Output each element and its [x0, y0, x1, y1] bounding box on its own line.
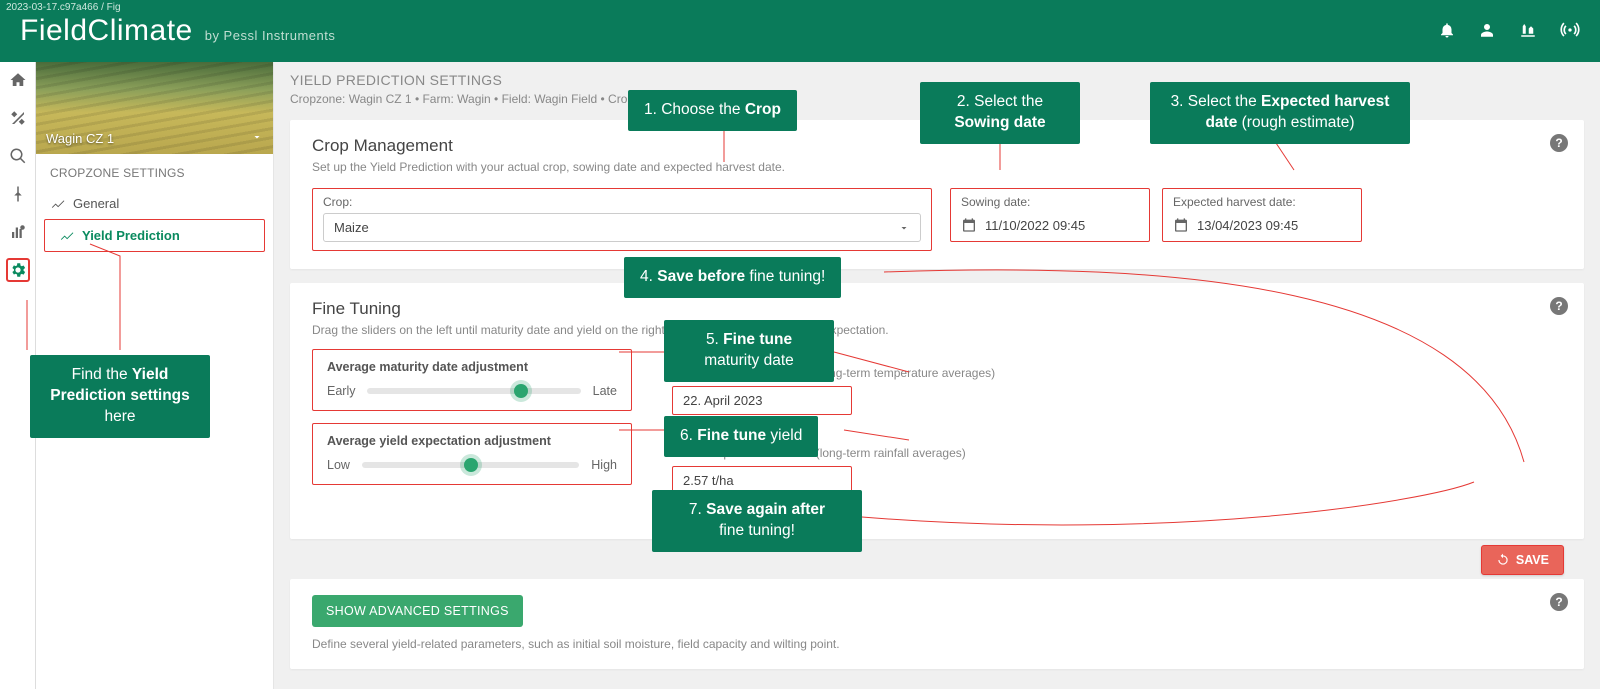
s2-low: Low — [327, 458, 350, 472]
callout-1: 1. Choose the Crop — [628, 90, 797, 131]
callout-7: 7. Save again after fine tuning! — [652, 490, 862, 552]
sow-label: Sowing date: — [961, 195, 1139, 209]
crop-select[interactable]: Maize — [323, 213, 921, 242]
brand: FieldClimate by Pessl Instruments — [20, 14, 335, 48]
s1-high: Late — [593, 384, 617, 398]
harv-value: 13/04/2023 09:45 — [1197, 218, 1298, 233]
slider-maturity-track[interactable] — [367, 388, 580, 394]
farm-icon[interactable] — [1518, 21, 1538, 42]
callout-2: 2. Select the Sowing date — [920, 82, 1080, 144]
card-advanced: ? SHOW ADVANCED SETTINGS Define several … — [290, 579, 1584, 669]
chevron-down-icon — [898, 222, 910, 234]
crop-field-wrap: Crop: Maize — [312, 188, 932, 251]
sidebar-item-general[interactable]: General — [36, 188, 273, 219]
save-label: SAVE — [1516, 553, 1549, 567]
brand-name: FieldClimate — [20, 14, 193, 48]
topbar: 2023-03-17.c97a466 / Fig FieldClimate by… — [0, 0, 1600, 62]
hero-label: Wagin CZ 1 — [46, 131, 114, 146]
s1-title: Average maturity date adjustment — [327, 360, 617, 374]
home-icon[interactable] — [6, 68, 30, 92]
broadcast-icon[interactable] — [1560, 20, 1580, 43]
slider-yield-track[interactable] — [362, 462, 579, 468]
callout-find: Find the Yield Prediction settings here — [30, 355, 210, 438]
zoom-icon[interactable] — [6, 144, 30, 168]
slider-maturity: Average maturity date adjustment Early L… — [312, 349, 632, 411]
cm-sub: Set up the Yield Prediction with your ac… — [312, 160, 1562, 174]
sow-value: 11/10/2022 09:45 — [985, 218, 1085, 233]
s2-title: Average yield expectation adjustment — [327, 434, 617, 448]
card-fine-tuning: ? Fine Tuning Drag the sliders on the le… — [290, 283, 1584, 539]
sidebar-label-general: General — [73, 196, 119, 211]
refresh-icon — [1496, 553, 1510, 567]
s2-high: High — [591, 458, 617, 472]
chevron-down-icon — [251, 131, 263, 146]
pin-icon[interactable] — [6, 182, 30, 206]
show-advanced-button[interactable]: SHOW ADVANCED SETTINGS — [312, 595, 523, 627]
callout-6: 6. Fine tune yield — [664, 416, 818, 457]
maturity-date-value: 22. April 2023 — [672, 386, 852, 415]
help-icon[interactable]: ? — [1550, 297, 1568, 315]
sowing-date-input[interactable]: 11/10/2022 09:45 — [961, 217, 1139, 233]
side-heading: CROPZONE SETTINGS — [36, 154, 273, 188]
callout-5: 5. Fine tune maturity date — [664, 320, 834, 382]
settings-icon[interactable] — [6, 258, 30, 282]
ft-title: Fine Tuning — [312, 299, 1562, 319]
callout-3: 3. Select the Expected harvest date (rou… — [1150, 82, 1410, 144]
help-icon[interactable]: ? — [1550, 593, 1568, 611]
build-tag: 2023-03-17.c97a466 / Fig — [6, 2, 121, 13]
main: YIELD PREDICTION SETTINGS Cropzone: Wagi… — [274, 62, 1600, 689]
ft-sub: Drag the sliders on the left until matur… — [312, 323, 1562, 337]
cropzone-hero[interactable]: Wagin CZ 1 — [36, 62, 273, 154]
brand-by: by Pessl Instruments — [205, 28, 336, 43]
callout-4: 4. Save before fine tuning! — [624, 257, 841, 298]
bell-icon[interactable] — [1438, 21, 1456, 42]
sidebar-item-yield[interactable]: Yield Prediction — [44, 219, 265, 252]
chart-settings-icon[interactable] — [6, 220, 30, 244]
s1-low: Early — [327, 384, 355, 398]
harvest-date-wrap: Expected harvest date: 13/04/2023 09:45 — [1162, 188, 1362, 242]
save-button[interactable]: SAVE — [1481, 545, 1564, 575]
help-icon[interactable]: ? — [1550, 134, 1568, 152]
satellite-icon[interactable] — [6, 106, 30, 130]
harvest-date-input[interactable]: 13/04/2023 09:45 — [1173, 217, 1351, 233]
sowing-date-wrap: Sowing date: 11/10/2022 09:45 — [950, 188, 1150, 242]
slider-yield: Average yield expectation adjustment Low… — [312, 423, 632, 485]
sidebar-label-yield: Yield Prediction — [82, 228, 180, 243]
crop-value: Maize — [334, 220, 369, 235]
calendar-icon — [961, 217, 977, 233]
harv-label: Expected harvest date: — [1173, 195, 1351, 209]
user-icon[interactable] — [1478, 21, 1496, 42]
crop-label: Crop: — [323, 195, 921, 209]
adv-sub: Define several yield-related parameters,… — [312, 637, 1562, 651]
calendar-icon — [1173, 217, 1189, 233]
